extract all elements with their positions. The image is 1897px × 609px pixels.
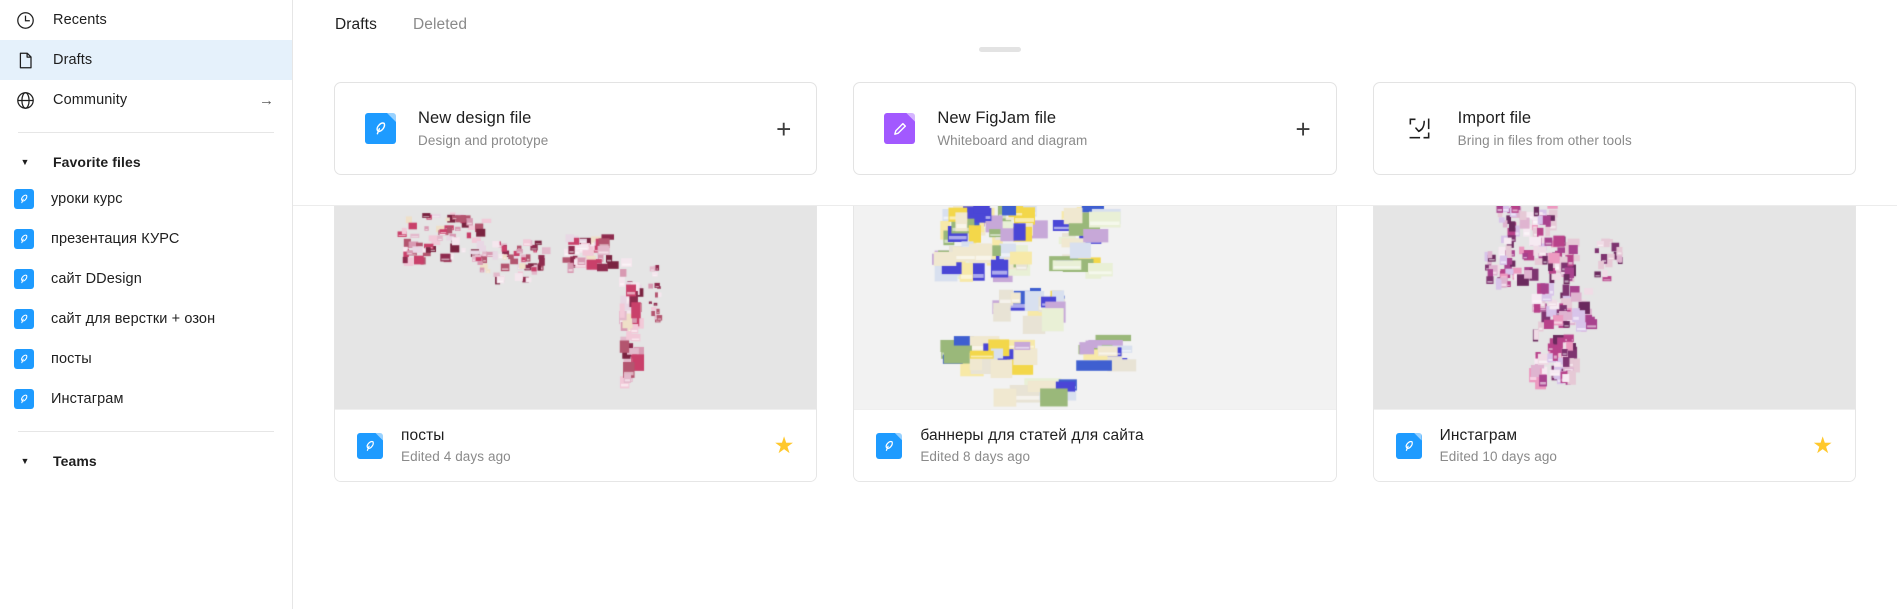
favorite-star-icon[interactable]: ★ [764, 434, 795, 457]
plus-icon[interactable]: + [764, 116, 791, 142]
sidebar-item-recents[interactable]: Recents [0, 0, 292, 40]
action-card-title: New design file [418, 109, 532, 127]
figma-design-file-icon [14, 189, 34, 209]
favorite-file-item[interactable]: сайт DDesign [0, 259, 292, 299]
file-card-meta: посты Edited 4 days ago ★ [335, 409, 817, 481]
sidebar-item-community[interactable]: Community → [0, 80, 292, 120]
action-card-text: New design file Design and prototype [418, 109, 548, 148]
favorite-file-item[interactable]: сайт для верстки + озон [0, 299, 292, 339]
arrow-right-icon: → [259, 91, 274, 109]
favorite-file-item[interactable]: Инстаграм [0, 379, 292, 419]
sidebar-item-drafts[interactable]: Drafts [0, 40, 292, 80]
action-card-text: Import file Bring in files from other to… [1458, 109, 1632, 148]
file-grid: посты Edited 4 days ago ★ баннеры для ст… [293, 196, 1897, 482]
file-card-meta: баннеры для статей для сайта Edited 8 da… [854, 409, 1336, 481]
teams-title: Teams [53, 453, 97, 469]
file-title: посты [401, 427, 445, 444]
clock-icon [14, 9, 36, 31]
chevron-down-icon: ▼ [20, 455, 30, 466]
action-card-subtitle: Whiteboard and diagram [937, 133, 1088, 148]
action-card-subtitle: Bring in files from other tools [1457, 133, 1632, 148]
file-edited-time: Edited 4 days ago [401, 449, 511, 464]
figma-design-file-icon [14, 229, 34, 249]
file-card-text: Инстаграм Edited 10 days ago [1440, 427, 1557, 464]
file-card[interactable]: посты Edited 4 days ago ★ [334, 196, 818, 482]
favorite-file-label: посты [51, 351, 92, 367]
file-thumbnail [854, 197, 1336, 409]
sidebar-item-label: Community [53, 92, 128, 108]
teams-group-header[interactable]: ▼ Teams [0, 444, 292, 478]
figma-design-file-icon [1395, 432, 1422, 459]
scroll-indicator[interactable] [979, 47, 1021, 52]
action-card-subtitle: Design and prototype [418, 133, 549, 148]
new-design-file-card[interactable]: New design file Design and prototype + [334, 82, 818, 175]
file-title: Инстаграм [1439, 427, 1518, 444]
file-title: баннеры для статей для сайта [920, 427, 1144, 444]
import-file-card[interactable]: Import file Bring in files from other to… [1372, 82, 1856, 175]
favorite-star-icon[interactable]: ★ [1802, 434, 1833, 457]
chevron-down-icon: ▼ [20, 156, 30, 167]
favorite-file-label: сайт DDesign [51, 271, 142, 287]
plus-icon[interactable]: + [1283, 116, 1310, 142]
new-figjam-file-card[interactable]: New FigJam file Whiteboard and diagram + [853, 82, 1337, 175]
figma-design-file-icon [14, 269, 34, 289]
file-card-text: баннеры для статей для сайта Edited 8 da… [920, 427, 1143, 464]
file-card[interactable]: баннеры для статей для сайта Edited 8 da… [853, 196, 1337, 482]
file-edited-time: Edited 8 days ago [920, 449, 1031, 464]
favorite-file-label: сайт для верстки + озон [51, 311, 216, 327]
import-icon [1404, 113, 1436, 144]
favorite-file-label: презентация КУРС [51, 231, 180, 247]
action-card-row: New design file Design and prototype + N… [293, 49, 1897, 206]
file-edited-time: Edited 10 days ago [1439, 449, 1558, 464]
figma-design-file-icon [14, 349, 34, 369]
figma-design-file-icon [357, 432, 383, 459]
main-content: Drafts Deleted New design file Design an… [293, 0, 1897, 609]
tab-drafts[interactable]: Drafts [334, 12, 378, 38]
favorite-files-group-header[interactable]: ▼ Favorite files [0, 145, 292, 179]
figjam-file-icon [884, 113, 916, 144]
favorite-file-label: уроки курс [51, 191, 123, 207]
file-thumbnail [1373, 197, 1855, 409]
figma-design-file-icon [14, 309, 34, 329]
sidebar-item-label: Recents [53, 12, 107, 28]
figma-file-browser: Recents Drafts Community → ▼ Favorite fi… [0, 0, 1897, 609]
favorite-file-item[interactable]: посты [0, 339, 292, 379]
figma-design-file-icon [876, 432, 903, 459]
action-card-text: New FigJam file Whiteboard and diagram [937, 109, 1087, 148]
favorite-file-item[interactable]: презентация КУРС [0, 219, 292, 259]
favorite-file-item[interactable]: уроки курс [0, 179, 292, 219]
sidebar-item-label: Drafts [53, 52, 93, 68]
sidebar-divider-top [18, 132, 274, 133]
figma-design-file-icon [14, 389, 34, 409]
file-thumbnail [335, 197, 817, 409]
figma-design-file-icon [365, 113, 396, 144]
tab-deleted[interactable]: Deleted [412, 12, 468, 38]
file-card-text: посты Edited 4 days ago [401, 427, 511, 464]
file-card[interactable]: Инстаграм Edited 10 days ago ★ [1372, 196, 1856, 482]
action-card-title: New FigJam file [937, 109, 1057, 127]
sidebar: Recents Drafts Community → ▼ Favorite fi… [0, 0, 293, 609]
globe-icon [14, 89, 36, 111]
file-icon [14, 49, 36, 71]
action-card-title: Import file [1457, 109, 1532, 127]
sidebar-divider-bottom [18, 431, 274, 432]
favorite-files-title: Favorite files [53, 154, 141, 170]
file-card-meta: Инстаграм Edited 10 days ago ★ [1373, 409, 1855, 481]
tab-bar: Drafts Deleted [293, 0, 1897, 49]
favorite-file-label: Инстаграм [51, 391, 124, 407]
